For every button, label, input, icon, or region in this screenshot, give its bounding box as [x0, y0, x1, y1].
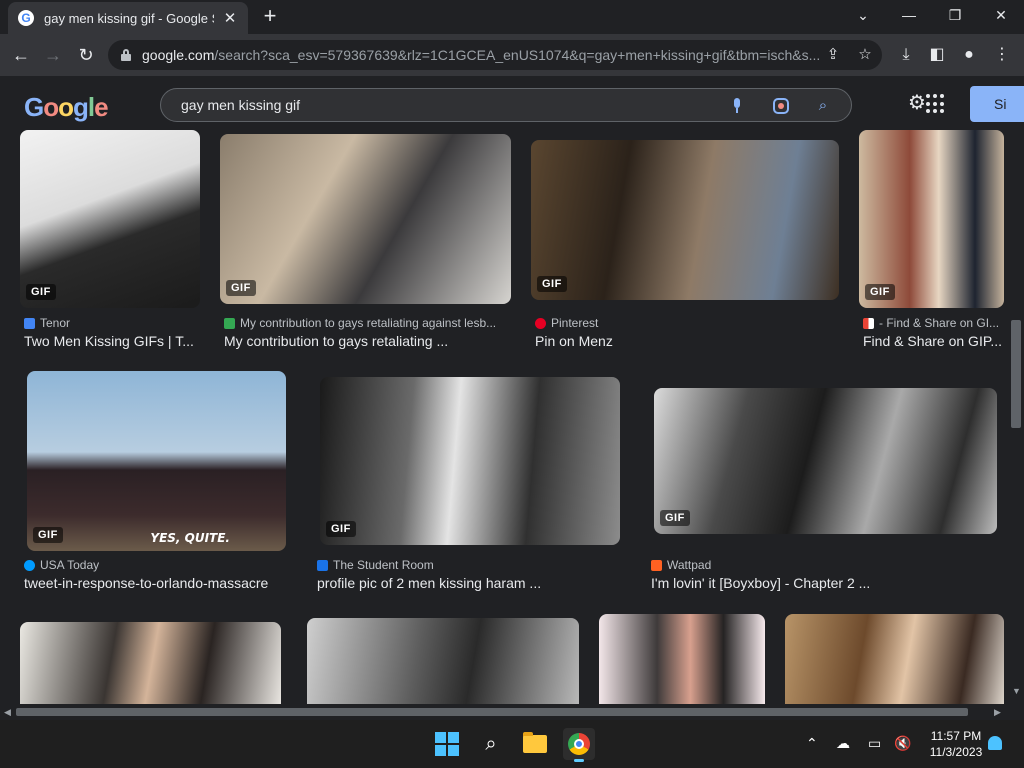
gif-badge: GIF: [33, 527, 63, 543]
gif-badge: GIF: [865, 284, 895, 300]
source-favicon-icon: [24, 317, 35, 329]
google-logo[interactable]: Google: [24, 92, 109, 123]
gif-badge: GIF: [226, 280, 256, 296]
volume-muted-icon[interactable]: 🔇: [894, 734, 911, 752]
google-header: Google gay men kissing gif ⌕ ⚙ Si: [0, 76, 1024, 132]
result-title[interactable]: Find & Share on GIP...: [863, 333, 1003, 349]
browser-toolbar: ← → ↻ google.com/search?sca_esv=57936763…: [0, 34, 1024, 76]
result-title[interactable]: Two Men Kissing GIFs | T...: [24, 333, 200, 349]
result-thumbnail[interactable]: YES, QUITE. GIF: [27, 371, 286, 551]
tab-search-chevron-icon[interactable]: ⌄: [851, 4, 875, 26]
result-thumbnail[interactable]: GIF: [220, 134, 511, 304]
result-thumbnail[interactable]: GIF: [531, 140, 839, 300]
result-thumbnail[interactable]: [785, 614, 1004, 704]
minimize-button[interactable]: —: [897, 4, 921, 26]
onedrive-cloud-icon[interactable]: ☁: [836, 734, 850, 752]
horizontal-scroll-thumb[interactable]: [16, 708, 968, 716]
sign-in-button[interactable]: Si: [970, 86, 1024, 122]
chrome-taskbar-icon[interactable]: [563, 728, 595, 762]
result-thumbnail[interactable]: [307, 618, 579, 704]
result-source[interactable]: Wattpad: [651, 558, 991, 572]
start-button[interactable]: [431, 728, 463, 760]
result-thumbnail[interactable]: GIF: [654, 388, 997, 534]
scroll-right-arrow-icon[interactable]: ▶: [994, 707, 1001, 718]
file-explorer-icon[interactable]: [519, 728, 551, 760]
side-panel-icon[interactable]: ◧: [927, 45, 947, 65]
reload-icon[interactable]: ↻: [75, 44, 97, 66]
notification-bell-icon[interactable]: [988, 736, 1002, 750]
share-icon[interactable]: ⇪: [824, 46, 842, 64]
horizontal-scrollbar[interactable]: ◀ ▶: [0, 704, 1008, 720]
result-source[interactable]: USA Today: [24, 558, 286, 572]
result-title[interactable]: My contribution to gays retaliating ...: [224, 333, 511, 349]
search-box[interactable]: gay men kissing gif ⌕: [160, 88, 852, 122]
url-host: google.com: [142, 47, 215, 63]
clock-date: 11/3/2023: [929, 745, 983, 759]
pinterest-icon: [535, 317, 546, 329]
wattpad-icon: [651, 559, 662, 571]
lock-icon: [120, 49, 132, 61]
voice-search-mic-icon[interactable]: [727, 96, 747, 116]
url-path: /search?sca_esv=579367639&rlz=1C1GCEA_en…: [214, 47, 821, 63]
bookmark-star-icon[interactable]: ☆: [856, 46, 874, 64]
settings-gear-icon[interactable]: ⚙: [908, 92, 926, 114]
result-source[interactable]: Pinterest: [535, 316, 835, 330]
scroll-down-arrow-icon[interactable]: ▼: [1012, 686, 1021, 696]
tab-strip: G gay men kissing gif - Google Se ✕ + ⌄ …: [0, 0, 1024, 34]
tray-overflow-chevron-icon[interactable]: ⌃: [806, 734, 818, 752]
result-thumbnail[interactable]: [599, 614, 765, 704]
download-icon[interactable]: ⤓: [896, 45, 916, 65]
result-source[interactable]: - Find & Share on GI...: [863, 316, 1003, 330]
address-bar[interactable]: google.com/search?sca_esv=579367639&rlz=…: [108, 40, 882, 70]
tab-close-icon[interactable]: ✕: [222, 9, 238, 27]
image-caption: YES, QUITE.: [150, 531, 230, 545]
google-favicon-icon: G: [18, 10, 34, 26]
scroll-left-arrow-icon[interactable]: ◀: [4, 707, 11, 718]
result-source[interactable]: The Student Room: [317, 558, 620, 572]
result-thumbnail[interactable]: GIF: [320, 377, 620, 545]
gif-badge: GIF: [537, 276, 567, 292]
google-apps-icon[interactable]: [926, 94, 946, 114]
search-icon[interactable]: ⌕: [813, 96, 833, 116]
clock-time: 11:57 PM: [930, 729, 982, 743]
new-tab-button[interactable]: +: [258, 5, 282, 28]
result-thumbnail[interactable]: GIF: [859, 130, 1004, 308]
source-favicon-icon: [24, 559, 35, 571]
source-favicon-icon: [224, 317, 235, 329]
result-thumbnail[interactable]: [20, 622, 281, 704]
url-text: google.com/search?sca_esv=579367639&rlz=…: [142, 47, 822, 63]
tab-title: gay men kissing gif - Google Se: [44, 10, 214, 26]
result-title[interactable]: I'm lovin' it [Boyxboy] - Chapter 2 ...: [651, 575, 991, 591]
image-results-grid: GIF Tenor Two Men Kissing GIFs | T... GI…: [0, 130, 1008, 704]
close-window-button[interactable]: ✕: [989, 4, 1013, 26]
gif-badge: GIF: [326, 521, 356, 537]
search-query[interactable]: gay men kissing gif: [181, 97, 300, 113]
profile-icon[interactable]: ●: [959, 45, 979, 65]
result-thumbnail[interactable]: GIF: [20, 130, 200, 308]
vertical-scroll-thumb[interactable]: [1011, 320, 1021, 428]
result-title[interactable]: Pin on Menz: [535, 333, 835, 349]
restore-button[interactable]: ❐: [943, 4, 967, 26]
source-favicon-icon: [317, 559, 328, 571]
back-arrow-icon[interactable]: ←: [10, 44, 32, 66]
result-source[interactable]: My contribution to gays retaliating agai…: [224, 316, 511, 330]
google-lens-icon[interactable]: [771, 96, 791, 116]
forward-arrow-icon[interactable]: →: [42, 44, 64, 66]
result-source[interactable]: Tenor: [24, 316, 200, 330]
result-title[interactable]: profile pic of 2 men kissing haram ...: [317, 575, 620, 591]
taskbar-clock[interactable]: 11:57 PM 11/3/2023: [918, 728, 994, 760]
source-favicon-icon: [863, 317, 874, 329]
vertical-scrollbar[interactable]: ▼: [1008, 130, 1024, 704]
result-title[interactable]: tweet-in-response-to-orlando-massacre: [24, 575, 294, 591]
chrome-menu-icon[interactable]: ⋮: [992, 45, 1012, 65]
gif-badge: GIF: [660, 510, 690, 526]
browser-tab[interactable]: G gay men kissing gif - Google Se ✕: [8, 2, 248, 34]
network-icon[interactable]: ▭: [868, 734, 881, 752]
search-taskbar-icon[interactable]: ⌕: [475, 728, 507, 760]
windows-taskbar: ⌕ ⌃ ☁ ▭ 🔇 11:57 PM 11/3/2023: [0, 720, 1024, 768]
gif-badge: GIF: [26, 284, 56, 300]
windows-logo-icon: [435, 732, 459, 756]
